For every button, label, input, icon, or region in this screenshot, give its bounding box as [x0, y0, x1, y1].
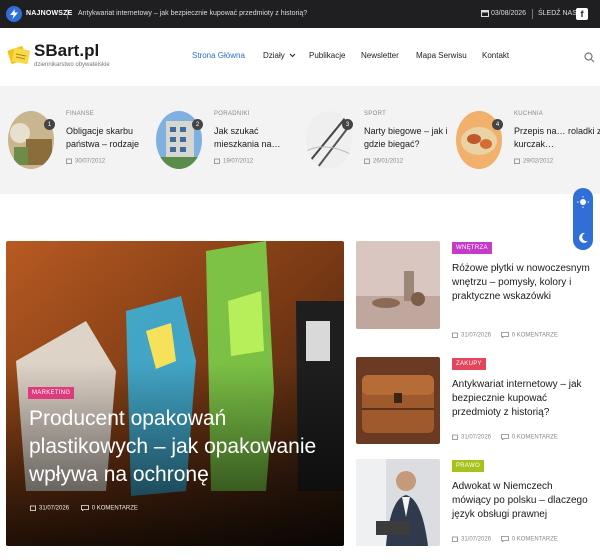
chevron-down-icon [289, 53, 296, 58]
comment-icon [500, 434, 509, 440]
featured-date: 30/07/2012 [66, 158, 105, 165]
featured-title[interactable]: Przepis na… roladki z kurczak… [514, 125, 600, 151]
featured-category[interactable]: FINANSE [66, 111, 94, 117]
calendar-icon [364, 158, 370, 164]
featured-title[interactable]: Obligacje skarbu państwa – rodzaje [66, 125, 156, 151]
post-category-badge[interactable]: PRAWO [452, 460, 484, 472]
featured-item[interactable]: 3 SPORT Narty biegowe – jak i gdzie bieg… [306, 111, 456, 171]
nav-sections[interactable]: Działy [263, 51, 296, 60]
comment-icon [80, 505, 89, 511]
ticker-headline[interactable]: Antykwariat internetowy – jak bezpieczni… [78, 10, 307, 17]
top-bar: NAJNOWSZE Antykwariat internetowy – jak … [0, 0, 600, 28]
nav-contact[interactable]: Kontakt [482, 51, 509, 60]
hero-comments[interactable]: 0 KOMENTARZE [92, 506, 138, 512]
featured-item[interactable]: 1 FINANSE Obligacje skarbu państwa – rod… [8, 111, 158, 171]
rank-badge: 2 [192, 119, 203, 130]
post-comments[interactable]: 0 KOMENTARZE [512, 435, 558, 441]
post-category-label: PRAWO [456, 463, 480, 469]
theme-toggle[interactable] [573, 188, 593, 250]
calendar-icon [214, 158, 220, 164]
post-category-badge[interactable]: ZAKUPY [452, 358, 486, 370]
featured-category[interactable]: SPORT [364, 111, 386, 117]
divider [532, 9, 533, 19]
nav-sitemap[interactable]: Mapa Serwisu [416, 51, 467, 60]
rank-badge: 1 [44, 119, 55, 130]
featured-item[interactable]: 2 PORADNIKI Jak szukać mieszkania na… 19… [156, 111, 306, 171]
featured-category[interactable]: PORADNIKI [214, 111, 250, 117]
post-comments[interactable]: 0 KOMENTARZE [512, 333, 558, 339]
site-logo-name[interactable]: SBart.pl [34, 41, 99, 61]
comment-icon [500, 332, 509, 338]
comment-icon [500, 536, 509, 542]
featured-date-text: 19/07/2012 [223, 158, 254, 165]
nav-sections-label: Działy [263, 51, 285, 60]
featured-strip: 1 FINANSE Obligacje skarbu państwa – rod… [0, 86, 600, 194]
hero-category-badge[interactable]: MARKETING [28, 387, 75, 399]
divider [67, 9, 68, 19]
featured-item[interactable]: 4 KUCHNIA Przepis na… roladki z kurczak…… [456, 111, 600, 171]
calendar-icon [66, 158, 72, 164]
featured-date-text: 26/01/2012 [373, 158, 404, 165]
search-icon[interactable] [584, 50, 595, 68]
featured-date: 26/01/2012 [364, 158, 403, 165]
logo-icon[interactable] [7, 44, 31, 71]
post-thumbnail[interactable] [356, 357, 440, 444]
post-meta: 31/07/2026 0 KOMENTARZE [452, 332, 558, 339]
hero-meta: 31/07/2026 0 KOMENTARZE [30, 505, 138, 512]
current-date: 03/08/2026 [491, 10, 527, 17]
post-category-label: WNĘTRZA [456, 245, 488, 251]
post-title[interactable]: Adwokat w Niemczech mówiący po polsku – … [452, 480, 594, 522]
post-category-badge[interactable]: WNĘTRZA [452, 242, 492, 254]
calendar-icon [514, 158, 520, 164]
featured-date-text: 29/02/2012 [523, 158, 554, 165]
post-date: 31/07/2026 [461, 434, 492, 441]
hero-date: 31/07/2026 [39, 505, 70, 512]
calendar-icon [452, 434, 458, 440]
nav-home[interactable]: Strona Główna [192, 51, 245, 60]
sun-icon[interactable] [573, 192, 593, 212]
post-date: 31/07/2026 [461, 332, 492, 339]
hero-title[interactable]: Producent opakowań plastikowych – jak op… [29, 405, 339, 489]
follow-label: ŚLEDŹ NAS [538, 10, 577, 17]
post-title[interactable]: Antykwariat internetowy – jak bezpieczni… [452, 378, 594, 420]
calendar-icon [481, 9, 489, 19]
post-thumbnail[interactable] [356, 459, 440, 546]
featured-category[interactable]: KUCHNIA [514, 111, 543, 117]
post-date: 31/07/2026 [461, 536, 492, 543]
post-comments[interactable]: 0 KOMENTARZE [512, 537, 558, 543]
calendar-icon [452, 536, 458, 542]
post-meta: 31/07/2026 0 KOMENTARZE [452, 434, 558, 441]
featured-title[interactable]: Narty biegowe – jak i gdzie biegać? [364, 125, 454, 151]
site-tagline: dziennikarstwo obywatelskie [34, 62, 110, 68]
rank-badge: 4 [492, 119, 503, 130]
facebook-icon[interactable]: f [576, 8, 588, 20]
nav-newsletter[interactable]: Newsletter [361, 51, 399, 60]
post-thumbnail[interactable] [356, 241, 440, 329]
rank-badge: 3 [342, 119, 353, 130]
featured-date: 29/02/2012 [514, 158, 553, 165]
lightning-icon [6, 6, 22, 22]
featured-title[interactable]: Jak szukać mieszkania na… [214, 125, 304, 151]
latest-label: NAJNOWSZE [26, 10, 73, 17]
post-title[interactable]: Różowe płytki w nowoczesnym wnętrzu – po… [452, 262, 594, 304]
featured-date-text: 30/07/2012 [75, 158, 106, 165]
post-meta: 31/07/2026 0 KOMENTARZE [452, 536, 558, 543]
post-category-label: ZAKUPY [456, 361, 482, 367]
calendar-icon [30, 505, 36, 511]
nav-publications[interactable]: Publikacje [309, 51, 345, 60]
featured-date: 19/07/2012 [214, 158, 253, 165]
moon-icon[interactable] [573, 228, 593, 248]
calendar-icon [452, 332, 458, 338]
